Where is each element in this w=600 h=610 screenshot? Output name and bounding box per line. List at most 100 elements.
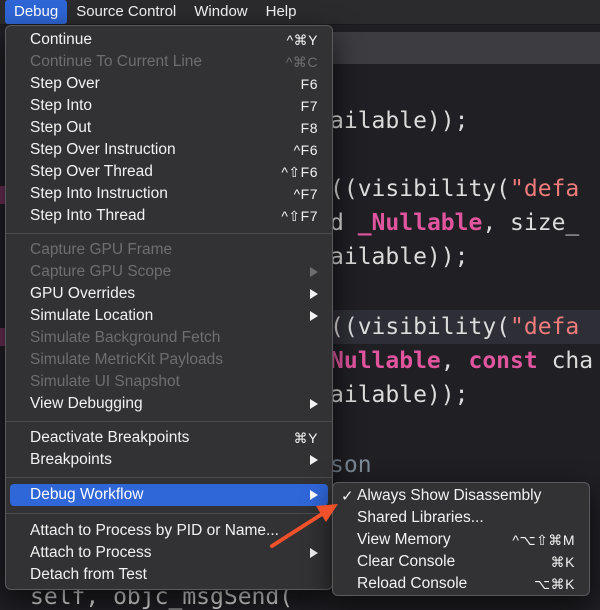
menu-item-label: Detach from Test bbox=[30, 566, 147, 583]
code-line: ((visibility("defa bbox=[330, 176, 579, 202]
menu-item-shortcut: ⌥⌘K bbox=[534, 575, 575, 592]
menu-item-label: Simulate Location bbox=[30, 307, 154, 324]
submenu-item-shared-libraries[interactable]: Shared Libraries... bbox=[337, 507, 585, 529]
menu-item-label: Debug Workflow bbox=[30, 486, 144, 503]
menu-item-label: Breakpoints bbox=[30, 451, 112, 468]
menu-item-label: Capture GPU Scope bbox=[30, 263, 172, 280]
menu-item-step-over-thread[interactable]: Step Over Thread ^⇧F6 bbox=[10, 161, 328, 183]
menu-item-step-into-thread[interactable]: Step Into Thread ^⇧F7 bbox=[10, 205, 328, 227]
menu-item-shortcut: ^F7 bbox=[293, 186, 318, 202]
menu-item-continue-to-current-line: Continue To Current Line ^⌘C bbox=[10, 51, 328, 73]
menu-item-shortcut: F7 bbox=[300, 98, 318, 114]
menu-item-simulate-ui-snapshot: Simulate UI Snapshot bbox=[10, 371, 328, 393]
code-line: ailable)); bbox=[330, 382, 469, 408]
code-token: d bbox=[330, 210, 358, 236]
code-string: "defa bbox=[510, 314, 580, 340]
submenu-arrow-icon bbox=[310, 311, 318, 321]
menu-item-label: Continue bbox=[30, 31, 93, 48]
menu-item-label: Attach to Process bbox=[30, 544, 152, 561]
menu-item-breakpoints[interactable]: Breakpoints bbox=[10, 449, 328, 471]
menu-debug[interactable]: Debug bbox=[5, 0, 68, 24]
menu-item-capture-gpu-frame: Capture GPU Frame bbox=[10, 239, 328, 261]
menu-item-label: Capture GPU Frame bbox=[30, 241, 173, 258]
menu-item-simulate-metrickit-payloads: Simulate MetricKit Payloads bbox=[10, 349, 328, 371]
menu-item-capture-gpu-scope: Capture GPU Scope bbox=[10, 261, 328, 283]
menu-item-continue[interactable]: Continue ^⌘Y bbox=[10, 29, 328, 51]
code-token: ((visibility( bbox=[330, 176, 511, 202]
menu-item-label: View Debugging bbox=[30, 395, 143, 412]
menu-item-label: Step Over Thread bbox=[30, 163, 153, 180]
submenu-item-clear-console[interactable]: Clear Console ⌘K bbox=[337, 551, 585, 573]
menu-separator bbox=[6, 233, 332, 234]
menu-item-simulate-location[interactable]: Simulate Location bbox=[10, 305, 328, 327]
annotation-arrow-icon bbox=[270, 504, 338, 548]
code-line: ((visibility("defa bbox=[330, 314, 579, 340]
menu-item-deactivate-breakpoints[interactable]: Deactivate Breakpoints ⌘Y bbox=[10, 427, 328, 449]
code-token: , bbox=[440, 348, 469, 374]
menu-item-label: GPU Overrides bbox=[30, 285, 136, 302]
menu-item-step-over-instruction[interactable]: Step Over Instruction ^F6 bbox=[10, 139, 328, 161]
menu-item-shortcut: ^F6 bbox=[293, 142, 318, 158]
code-line: Nullable, const cha bbox=[330, 348, 593, 374]
submenu-arrow-icon bbox=[310, 455, 318, 465]
menu-item-label: Deactivate Breakpoints bbox=[30, 429, 190, 446]
submenu-arrow-icon bbox=[310, 267, 318, 277]
menu-item-label: Shared Libraries... bbox=[357, 509, 484, 526]
menu-item-label: Step Over Instruction bbox=[30, 141, 176, 158]
menu-item-step-into[interactable]: Step Into F7 bbox=[10, 95, 328, 117]
menu-window[interactable]: Window bbox=[185, 0, 256, 24]
menu-item-gpu-overrides[interactable]: GPU Overrides bbox=[10, 283, 328, 305]
submenu-arrow-icon bbox=[310, 490, 318, 500]
code-token: cha bbox=[537, 348, 594, 374]
menu-item-label: Reload Console bbox=[357, 575, 468, 592]
code-keyword: Nullable bbox=[330, 348, 441, 374]
menu-item-step-into-instruction[interactable]: Step Into Instruction ^F7 bbox=[10, 183, 328, 205]
menu-item-shortcut: F8 bbox=[300, 120, 318, 136]
menu-item-shortcut: ^⌘C bbox=[285, 53, 318, 70]
menu-item-label: View Memory bbox=[357, 531, 451, 548]
menu-item-step-out[interactable]: Step Out F8 bbox=[10, 117, 328, 139]
debug-workflow-submenu: ✓ Always Show Disassembly Shared Librari… bbox=[332, 482, 590, 596]
menu-item-label: Simulate UI Snapshot bbox=[30, 373, 180, 390]
code-token: ((visibility( bbox=[330, 314, 511, 340]
menu-source-control[interactable]: Source Control bbox=[67, 0, 185, 24]
menu-item-shortcut: ⌘K bbox=[550, 553, 575, 570]
menu-item-label: Attach to Process by PID or Name... bbox=[30, 522, 279, 539]
code-keyword: _Nullable bbox=[357, 210, 483, 236]
menu-help[interactable]: Help bbox=[257, 0, 306, 24]
code-token: , size_ bbox=[482, 210, 580, 236]
submenu-item-reload-console[interactable]: Reload Console ⌥⌘K bbox=[337, 573, 585, 595]
menu-item-step-over[interactable]: Step Over F6 bbox=[10, 73, 328, 95]
code-string: "defa bbox=[510, 176, 580, 202]
submenu-arrow-icon bbox=[310, 399, 318, 409]
menu-item-shortcut: ^⌥⇧⌘M bbox=[512, 531, 575, 548]
menu-item-label: Step Out bbox=[30, 119, 92, 136]
menu-item-label: Step Into bbox=[30, 97, 93, 114]
code-line: d _Nullable, size_ bbox=[330, 210, 579, 236]
menu-item-shortcut: F6 bbox=[300, 76, 318, 92]
menu-item-shortcut: ⌘Y bbox=[293, 429, 318, 446]
menu-item-label: Step Into Instruction bbox=[30, 185, 168, 202]
menu-bar: Debug Source Control Window Help bbox=[0, 0, 600, 25]
menu-item-label: Simulate Background Fetch bbox=[30, 329, 221, 346]
code-comment: son bbox=[330, 452, 372, 478]
menu-separator bbox=[6, 421, 332, 422]
menu-separator bbox=[6, 477, 332, 478]
code-line: ailable)); bbox=[330, 108, 469, 134]
menu-item-label: Always Show Disassembly bbox=[357, 487, 542, 504]
menu-item-label: Step Over bbox=[30, 75, 100, 92]
submenu-item-view-memory[interactable]: View Memory ^⌥⇧⌘M bbox=[337, 529, 585, 551]
menu-item-label: Simulate MetricKit Payloads bbox=[30, 351, 223, 368]
menu-item-shortcut: ^⇧F6 bbox=[281, 163, 318, 180]
menu-item-detach-from-test[interactable]: Detach from Test bbox=[10, 564, 328, 586]
menu-item-simulate-background-fetch: Simulate Background Fetch bbox=[10, 327, 328, 349]
submenu-arrow-icon bbox=[310, 289, 318, 299]
menu-item-view-debugging[interactable]: View Debugging bbox=[10, 393, 328, 415]
menu-item-shortcut: ^⌘Y bbox=[286, 31, 318, 48]
menu-item-label: Step Into Thread bbox=[30, 207, 146, 224]
submenu-item-always-show-disassembly[interactable]: ✓ Always Show Disassembly bbox=[337, 485, 585, 507]
menu-item-shortcut: ^⇧F7 bbox=[281, 207, 318, 224]
code-keyword: const bbox=[468, 348, 538, 374]
editor-tab-bar bbox=[320, 32, 600, 64]
code-line: ailable)); bbox=[330, 244, 469, 270]
